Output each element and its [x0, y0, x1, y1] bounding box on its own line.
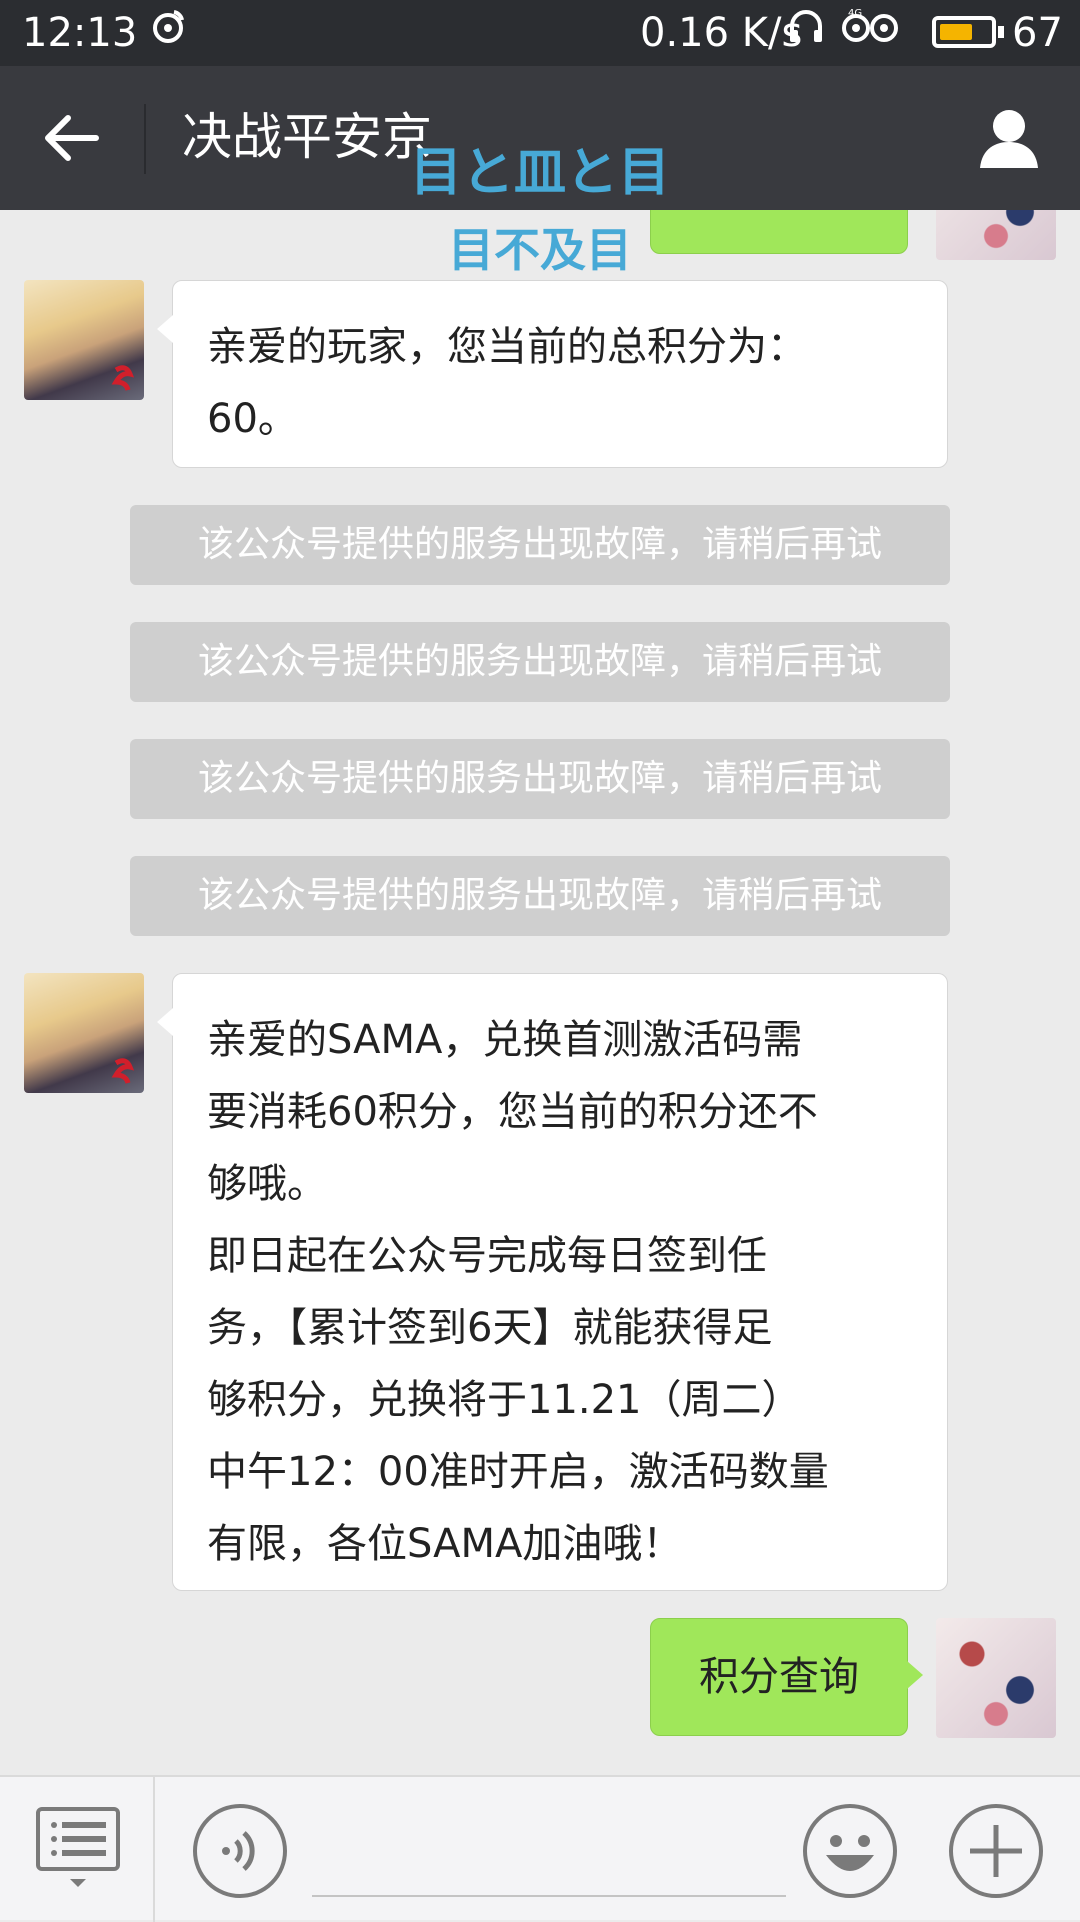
system-notice: 该公众号提供的服务出现故障，请稍后再试 — [130, 622, 950, 702]
message-line: 60。 — [207, 396, 298, 442]
voice-button[interactable] — [192, 1803, 288, 1899]
battery-tip — [998, 26, 1004, 38]
message-line: 中午12：00准时开启，激活码数量 — [207, 1449, 829, 1495]
emoji-button[interactable] — [802, 1803, 898, 1899]
watermark-line2: 目不及目 — [448, 223, 632, 277]
message-line: 要消耗60积分，您当前的积分还不 — [207, 1089, 818, 1135]
game-logo-icon — [111, 365, 135, 391]
bot-avatar[interactable] — [24, 973, 144, 1093]
outgoing-message: 积分查询 — [650, 1618, 923, 1736]
page-title: 决战平安京 — [182, 108, 432, 166]
back-button[interactable] — [40, 106, 104, 170]
list-menu-icon — [36, 1807, 120, 1887]
nav-divider — [144, 104, 146, 174]
bot-avatar[interactable] — [24, 280, 144, 400]
status-time: 12:13 — [22, 10, 138, 56]
message-line: 有限，各位SAMA加油哦！ — [207, 1521, 683, 1567]
plus-icon — [949, 1804, 1043, 1898]
incoming-message: 亲爱的玩家，您当前的总积分为： 60。 — [157, 280, 948, 468]
message-line: 够哦。 — [207, 1161, 327, 1207]
system-notice: 该公众号提供的服务出现故障，请稍后再试 — [130, 505, 950, 585]
message-line: 够积分，兑换将于11.21（周二） — [207, 1377, 802, 1423]
user-avatar[interactable] — [936, 210, 1056, 260]
more-actions-button[interactable] — [948, 1803, 1044, 1899]
message-line: 务，【累计签到6天】就能获得足 — [207, 1305, 773, 1351]
chat-area[interactable]: 亲爱的玩家，您当前的总积分为： 60。 该公众号提供的服务出现故障，请稍后再试 … — [0, 210, 1080, 1775]
headphones-icon — [786, 6, 826, 60]
battery-percent: 67 — [1012, 10, 1063, 56]
menu-toggle-button[interactable] — [36, 1807, 120, 1893]
status-bar: 12:13 0.16 K/s 4G 67 — [0, 0, 1080, 66]
smiley-icon — [803, 1804, 897, 1898]
profile-button[interactable] — [972, 102, 1046, 176]
battery-icon — [932, 16, 996, 48]
user-avatar[interactable] — [936, 1618, 1056, 1738]
message-line: 即日起在公众号完成每日签到任 — [207, 1233, 767, 1279]
signal-4g-icon: 4G — [840, 6, 920, 60]
watermark-line1: 目と皿と目 — [410, 143, 671, 203]
game-logo-icon — [111, 1058, 135, 1084]
system-notice: 该公众号提供的服务出现故障，请稍后再试 — [130, 739, 950, 819]
person-icon — [980, 110, 1038, 168]
system-notice: 该公众号提供的服务出现故障，请稍后再试 — [130, 856, 950, 936]
message-line: 亲爱的玩家，您当前的总积分为： — [207, 324, 807, 370]
incoming-message: 亲爱的SAMA，兑换首测激活码需 要消耗60积分，您当前的积分还不 够哦。 即日… — [157, 973, 948, 1591]
svg-text:4G: 4G — [848, 8, 862, 19]
input-bar-divider — [153, 1777, 155, 1922]
previous-outgoing-bubble — [650, 210, 908, 254]
voice-icon — [193, 1804, 287, 1898]
back-arrow-icon — [45, 115, 99, 161]
weibo-notification-icon — [148, 6, 188, 60]
message-input[interactable] — [312, 1807, 786, 1897]
battery-level — [940, 24, 972, 40]
network-speed: 0.16 K/s — [640, 10, 803, 56]
input-bar — [0, 1775, 1080, 1922]
message-line: 亲爱的SAMA，兑换首测激活码需 — [207, 1017, 803, 1063]
